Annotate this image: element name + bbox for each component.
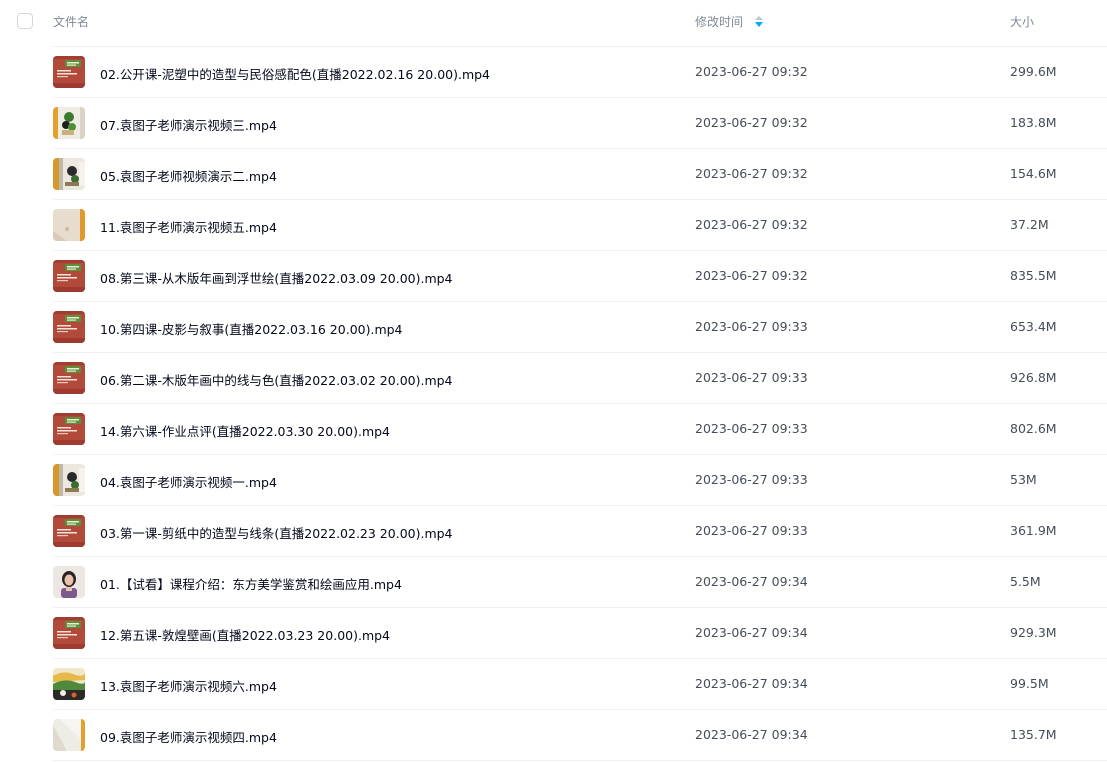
file-name[interactable]: 13.袁图子老师演示视频六.mp4 <box>100 676 277 695</box>
video-thumbnail[interactable] <box>53 311 85 343</box>
file-name[interactable]: 10.第四课-皮影与叙事(直播2022.03.16 20.00).mp4 <box>100 319 403 338</box>
video-thumbnail[interactable] <box>53 260 85 292</box>
video-thumbnail[interactable] <box>53 566 85 598</box>
file-modified-time: 2023-06-27 09:33 <box>695 421 808 436</box>
file-modified-time: 2023-06-27 09:33 <box>695 523 808 538</box>
column-header-size[interactable]: 大小 <box>1010 13 1034 30</box>
video-thumbnail[interactable] <box>53 719 85 751</box>
file-row[interactable]: 05.袁图子老师视频演示二.mp4 2023-06-27 09:32 154.6M <box>53 149 1107 200</box>
video-thumbnail[interactable] <box>53 668 85 700</box>
video-thumbnail[interactable] <box>53 56 85 88</box>
file-name[interactable]: 05.袁图子老师视频演示二.mp4 <box>100 166 277 185</box>
file-name[interactable]: 04.袁图子老师演示视频一.mp4 <box>100 472 277 491</box>
video-thumbnail[interactable] <box>53 617 85 649</box>
file-size: 37.2M <box>1010 217 1049 232</box>
video-thumbnail[interactable] <box>53 464 85 496</box>
file-size: 154.6M <box>1010 166 1057 181</box>
video-thumbnail[interactable] <box>53 362 85 394</box>
file-list: 文件名 修改时间 大小 02.公开课-泥塑中的造型与民俗感配色(直播2022.0… <box>0 0 1107 762</box>
video-thumbnail[interactable] <box>53 107 85 139</box>
file-size: 99.5M <box>1010 676 1049 691</box>
file-row[interactable]: 09.袁图子老师演示视频四.mp4 2023-06-27 09:34 135.7M <box>53 710 1107 761</box>
file-modified-time: 2023-06-27 09:34 <box>695 676 808 691</box>
file-size: 361.9M <box>1010 523 1057 538</box>
file-name[interactable]: 08.第三课-从木版年画到浮世绘(直播2022.03.09 20.00).mp4 <box>100 268 453 287</box>
file-size: 53M <box>1010 472 1037 487</box>
column-header-name[interactable]: 文件名 <box>53 13 89 30</box>
file-modified-time: 2023-06-27 09:33 <box>695 319 808 334</box>
file-name[interactable]: 02.公开课-泥塑中的造型与民俗感配色(直播2022.02.16 20.00).… <box>100 64 490 83</box>
file-size: 835.5M <box>1010 268 1057 283</box>
file-name[interactable]: 12.第五课-敦煌壁画(直播2022.03.23 20.00).mp4 <box>100 625 390 644</box>
file-modified-time: 2023-06-27 09:32 <box>695 166 808 181</box>
file-row[interactable]: 04.袁图子老师演示视频一.mp4 2023-06-27 09:33 53M <box>53 455 1107 506</box>
video-thumbnail[interactable] <box>53 158 85 190</box>
file-row[interactable]: 12.第五课-敦煌壁画(直播2022.03.23 20.00).mp4 2023-… <box>53 608 1107 659</box>
file-row[interactable]: 06.第二课-木版年画中的线与色(直播2022.03.02 20.00).mp4… <box>53 353 1107 404</box>
file-modified-time: 2023-06-27 09:32 <box>695 64 808 79</box>
file-modified-time: 2023-06-27 09:32 <box>695 217 808 232</box>
file-size: 929.3M <box>1010 625 1057 640</box>
sort-descending-icon[interactable] <box>754 16 763 28</box>
file-row[interactable]: 10.第四课-皮影与叙事(直播2022.03.16 20.00).mp4 2023… <box>53 302 1107 353</box>
file-row[interactable]: 08.第三课-从木版年画到浮世绘(直播2022.03.09 20.00).mp4… <box>53 251 1107 302</box>
file-size: 653.4M <box>1010 319 1057 334</box>
file-size: 135.7M <box>1010 727 1057 742</box>
file-name[interactable]: 06.第二课-木版年画中的线与色(直播2022.03.02 20.00).mp4 <box>100 370 453 389</box>
file-row[interactable]: 13.袁图子老师演示视频六.mp4 2023-06-27 09:34 99.5M <box>53 659 1107 710</box>
file-size: 802.6M <box>1010 421 1057 436</box>
file-rows: 02.公开课-泥塑中的造型与民俗感配色(直播2022.02.16 20.00).… <box>0 47 1107 761</box>
file-modified-time: 2023-06-27 09:34 <box>695 574 808 589</box>
file-name[interactable]: 14.第六课-作业点评(直播2022.03.30 20.00).mp4 <box>100 421 390 440</box>
file-name[interactable]: 07.袁图子老师演示视频三.mp4 <box>100 115 277 134</box>
file-row[interactable]: 02.公开课-泥塑中的造型与民俗感配色(直播2022.02.16 20.00).… <box>53 47 1107 98</box>
file-size: 299.6M <box>1010 64 1057 79</box>
list-header: 文件名 修改时间 大小 <box>17 0 1107 47</box>
video-thumbnail[interactable] <box>53 515 85 547</box>
file-modified-time: 2023-06-27 09:34 <box>695 625 808 640</box>
file-size: 5.5M <box>1010 574 1041 589</box>
column-header-modified-time-label: 修改时间 <box>695 15 744 29</box>
file-name[interactable]: 11.袁图子老师演示视频五.mp4 <box>100 217 277 236</box>
file-modified-time: 2023-06-27 09:32 <box>695 115 808 130</box>
file-size: 183.8M <box>1010 115 1057 130</box>
select-all-checkbox[interactable] <box>17 13 33 29</box>
file-row[interactable]: 03.第一课-剪纸中的造型与线条(直播2022.02.23 20.00).mp4… <box>53 506 1107 557</box>
file-row[interactable]: 01.【试看】课程介绍：东方美学鉴赏和绘画应用.mp4 2023-06-27 09… <box>53 557 1107 608</box>
file-modified-time: 2023-06-27 09:33 <box>695 370 808 385</box>
column-header-modified-time[interactable]: 修改时间 <box>695 13 763 30</box>
file-modified-time: 2023-06-27 09:33 <box>695 472 808 487</box>
file-modified-time: 2023-06-27 09:34 <box>695 727 808 742</box>
video-thumbnail[interactable] <box>53 413 85 445</box>
file-size: 926.8M <box>1010 370 1057 385</box>
file-name[interactable]: 01.【试看】课程介绍：东方美学鉴赏和绘画应用.mp4 <box>100 574 402 593</box>
file-modified-time: 2023-06-27 09:32 <box>695 268 808 283</box>
video-thumbnail[interactable] <box>53 209 85 241</box>
file-name[interactable]: 09.袁图子老师演示视频四.mp4 <box>100 727 277 746</box>
file-row[interactable]: 07.袁图子老师演示视频三.mp4 2023-06-27 09:32 183.8M <box>53 98 1107 149</box>
file-row[interactable]: 14.第六课-作业点评(直播2022.03.30 20.00).mp4 2023-… <box>53 404 1107 455</box>
file-name[interactable]: 03.第一课-剪纸中的造型与线条(直播2022.02.23 20.00).mp4 <box>100 523 453 542</box>
file-row[interactable]: 11.袁图子老师演示视频五.mp4 2023-06-27 09:32 37.2M <box>53 200 1107 251</box>
